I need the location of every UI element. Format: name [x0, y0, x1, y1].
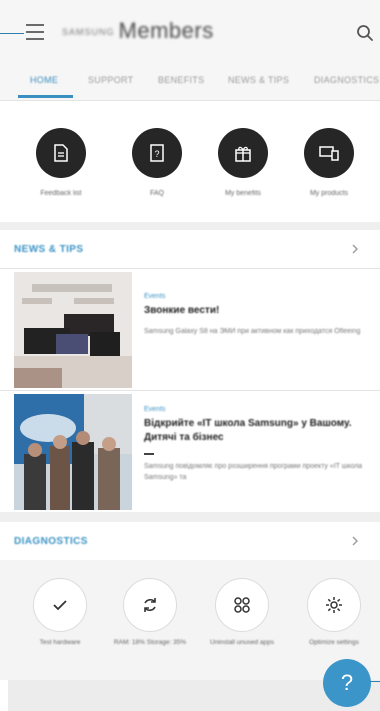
section-gap — [0, 512, 380, 522]
quick-action-label: Feedback list — [40, 190, 82, 197]
gift-icon — [218, 128, 268, 178]
quick-action-benefits[interactable]: My benefits — [200, 128, 286, 197]
news-text: Events Звонкие вести! Samsung Galaxy S8 … — [144, 293, 370, 337]
news-category: Events — [144, 293, 166, 300]
diagnostic-optimize-settings[interactable]: Optimize settings — [290, 578, 378, 647]
devices-icon — [304, 128, 354, 178]
quick-action-label: My benefits — [225, 190, 261, 197]
svg-text:?: ? — [154, 149, 159, 159]
diagnostic-label: Optimize settings — [309, 639, 359, 646]
tab-diagnostics[interactable]: DIAGNOSTICS — [314, 75, 379, 85]
callout-line — [0, 33, 24, 34]
divider — [144, 453, 154, 455]
news-text: Events Відкрийте «IT школа Samsung» у Ва… — [144, 406, 370, 483]
hamburger-menu-icon[interactable] — [26, 24, 44, 40]
section-title: DIAGNOSTICS — [14, 536, 88, 547]
tab-home[interactable]: HOME — [30, 75, 58, 85]
check-icon — [33, 578, 87, 632]
gear-icon — [307, 578, 361, 632]
app-title: SAMSUNG Members — [62, 18, 214, 44]
search-icon[interactable] — [356, 24, 374, 42]
quick-action-feedback[interactable]: Feedback list — [18, 128, 104, 197]
news-category: Events — [144, 406, 166, 413]
section-title: NEWS & TIPS — [14, 244, 84, 255]
news-image — [14, 272, 132, 388]
apps-grid-icon — [215, 578, 269, 632]
news-section-header[interactable]: NEWS & TIPS — [0, 230, 380, 268]
quick-action-label: My products — [309, 190, 349, 197]
faq-icon: ? — [132, 128, 182, 178]
quick-action-faq[interactable]: ? FAQ — [114, 128, 200, 197]
tab-benefits[interactable]: BENEFITS — [158, 75, 204, 85]
diagnostic-label: Test hardware — [39, 639, 81, 646]
diagnostic-label: RAM: 18% Storage: 35% — [113, 639, 187, 646]
diagnostic-test-hardware[interactable]: Test hardware — [16, 578, 104, 647]
divider — [0, 100, 380, 101]
news-title: Відкрийте «IT школа Samsung» у Вашому. Д… — [144, 418, 352, 443]
quick-action-products[interactable]: My products — [286, 128, 372, 197]
divider — [0, 268, 380, 269]
news-image — [14, 394, 132, 510]
news-description: Samsung повідомляє про розширення програ… — [144, 463, 363, 481]
diagnostic-label: Uninstall unused apps — [210, 639, 274, 646]
chevron-right-icon — [352, 244, 358, 254]
app-title-text: Members — [118, 18, 214, 43]
news-title: Звонкие вести! — [144, 305, 220, 316]
tab-news-tips[interactable]: NEWS & TIPS — [228, 75, 289, 85]
callout-line — [370, 681, 380, 682]
diagnostic-uninstall-apps[interactable]: Uninstall unused apps — [198, 578, 286, 647]
chevron-right-icon — [352, 536, 358, 546]
help-button[interactable]: ? — [323, 659, 371, 707]
divider — [0, 390, 380, 391]
diagnostics-section-header[interactable]: DIAGNOSTICS — [0, 522, 380, 560]
tab-support[interactable]: SUPPORT — [88, 75, 133, 85]
diagnostic-memory[interactable]: RAM: 18% Storage: 35% — [106, 578, 194, 647]
section-gap — [0, 222, 380, 230]
active-tab-indicator — [18, 95, 73, 98]
refresh-icon — [123, 578, 177, 632]
brand-label: SAMSUNG — [62, 27, 115, 38]
news-description: Samsung Galaxy S8 на ЭМИ при активном ка… — [144, 328, 361, 335]
quick-action-label: FAQ — [149, 190, 164, 197]
document-icon — [36, 128, 86, 178]
help-icon: ? — [340, 670, 354, 695]
